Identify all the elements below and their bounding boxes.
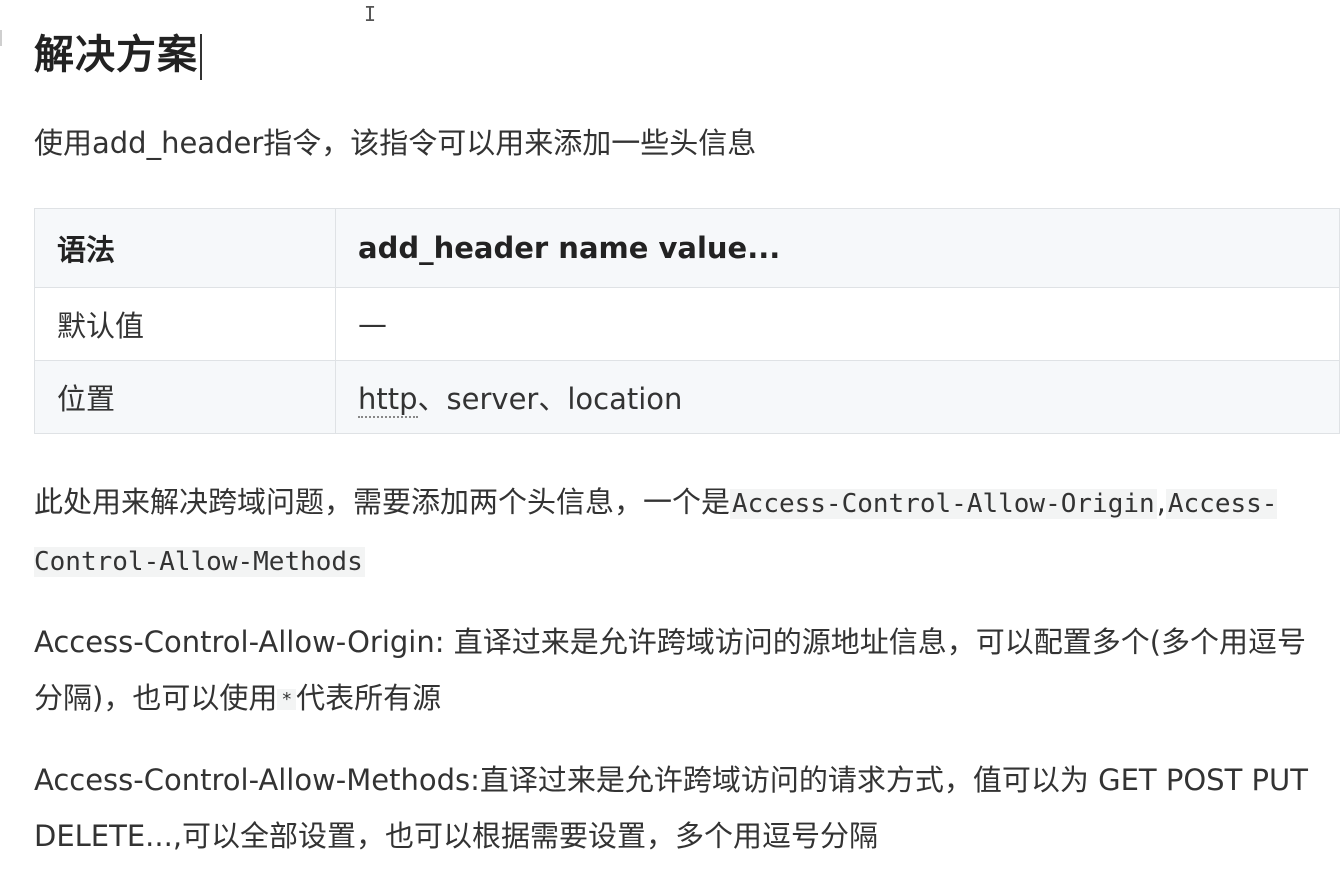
table-row: 默认值 — — [34, 287, 1340, 361]
mouse-ibeam-cursor: I — [364, 2, 377, 26]
paragraph-text-end: 代表所有源 — [296, 681, 442, 715]
paragraph-text: Access-Control-Allow-Origin: 直译过来是允许跨域访问… — [34, 625, 1307, 715]
allow-methods-paragraph: Access-Control-Allow-Methods:直译过来是允许跨域访问… — [34, 763, 1308, 853]
cors-explanation-paragraph: 此处用来解决跨域问题，需要添加两个头信息，一个是Access-Control-A… — [34, 474, 1334, 590]
table-cell-value-rest: 、server、location — [417, 382, 683, 416]
inline-code-wildcard: * — [277, 689, 297, 710]
table-cell-key: 默认值 — [34, 287, 336, 361]
separator: , — [1156, 485, 1166, 519]
paragraph-text: 此处用来解决跨域问题，需要添加两个头信息，一个是 — [34, 485, 731, 519]
table-header-value: add_header name value... — [335, 208, 1340, 288]
section-heading[interactable]: 解决方案 — [34, 22, 202, 80]
directive-table: 语法 add_header name value... 默认值 — 位置 htt… — [34, 208, 1340, 434]
text-caret — [200, 34, 202, 80]
gutter-marker — [0, 30, 8, 46]
spellcheck-word: http — [358, 382, 418, 418]
allow-origin-paragraph: Access-Control-Allow-Origin: 直译过来是允许跨域访问… — [34, 614, 1334, 728]
table-row: 位置 http、server、location — [34, 360, 1340, 434]
intro-paragraph: 使用add_header指令，该指令可以用来添加一些头信息 — [34, 126, 757, 160]
inline-code-allow-origin: Access-Control-Allow-Origin — [730, 489, 1157, 519]
section-heading-text: 解决方案 — [34, 32, 198, 78]
table-header-key: 语法 — [34, 208, 336, 288]
table-cell-key: 位置 — [34, 360, 336, 434]
table-cell-value: — — [335, 287, 1340, 361]
table-cell-value: http、server、location — [335, 360, 1340, 434]
table-header-row: 语法 add_header name value... — [34, 208, 1340, 288]
